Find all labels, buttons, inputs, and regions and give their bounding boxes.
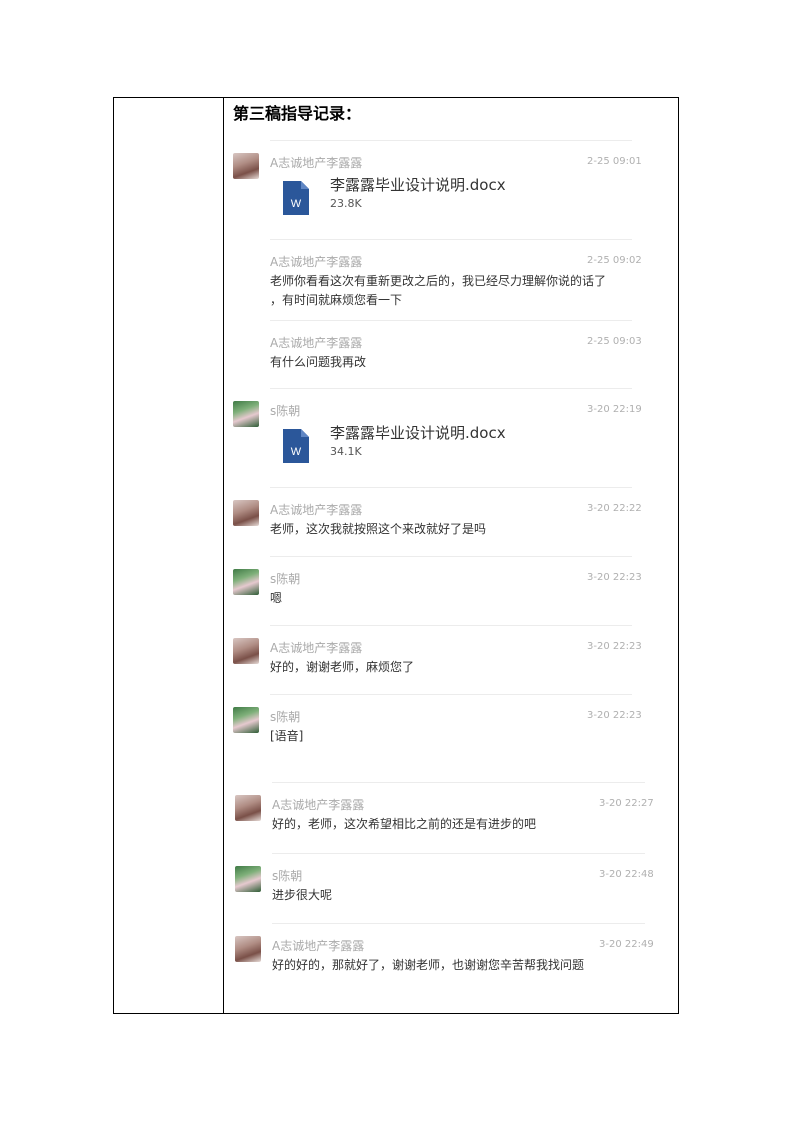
message-text: [语音] — [270, 729, 304, 743]
message-separator — [270, 140, 632, 141]
sender-name: A志诚地产李露露 — [270, 336, 363, 350]
timestamp: 3-20 22:49 — [599, 939, 654, 950]
timestamp: 3-20 22:22 — [587, 503, 642, 514]
timestamp: 3-20 22:19 — [587, 404, 642, 415]
message-separator — [270, 487, 632, 488]
message-separator — [272, 923, 645, 924]
word-file-icon[interactable]: W — [283, 429, 309, 463]
avatar-female[interactable] — [235, 936, 261, 962]
timestamp: 2-25 09:02 — [587, 255, 642, 266]
message-text: 好的，谢谢老师，麻烦您了 — [270, 660, 415, 674]
sender-name: A志诚地产李露露 — [270, 641, 363, 655]
timestamp: 3-20 22:23 — [587, 710, 642, 721]
message-separator — [270, 556, 632, 557]
word-letter: W — [291, 198, 302, 210]
message-text: ，有时间就麻烦您看一下 — [270, 293, 403, 307]
sender-name: s陈朝 — [272, 869, 303, 883]
message-separator — [270, 320, 632, 321]
message-separator — [272, 782, 645, 783]
message-separator — [270, 239, 632, 240]
sender-name: s陈朝 — [270, 710, 301, 724]
file-size: 23.8K — [330, 197, 362, 210]
sender-name: s陈朝 — [270, 404, 301, 418]
message-text: 有什么问题我再改 — [270, 355, 367, 369]
message-text: 好的，老师，这次希望相比之前的还是有进步的吧 — [272, 817, 537, 831]
avatar-female[interactable] — [233, 638, 259, 664]
file-name[interactable]: 李露露毕业设计说明.docx — [330, 174, 506, 195]
file-size: 34.1K — [330, 445, 362, 458]
sender-name: A志诚地产李露露 — [270, 503, 363, 517]
timestamp: 2-25 09:03 — [587, 336, 642, 347]
timestamp: 3-20 22:27 — [599, 798, 654, 809]
avatar-female[interactable] — [235, 795, 261, 821]
timestamp: 2-25 09:01 — [587, 156, 642, 167]
message-text: 老师你看看这次有重新更改之后的，我已经尽力理解你说的话了 — [270, 274, 607, 288]
message-separator — [270, 388, 632, 389]
sender-name: A志诚地产李露露 — [272, 798, 365, 812]
sender-name: A志诚地产李露露 — [270, 255, 363, 269]
sender-name: A志诚地产李露露 — [270, 156, 363, 170]
timestamp: 3-20 22:23 — [587, 572, 642, 583]
file-name[interactable]: 李露露毕业设计说明.docx — [330, 422, 506, 443]
message-text: 嗯 — [270, 591, 283, 605]
avatar-male[interactable] — [233, 707, 259, 733]
avatar-male[interactable] — [233, 401, 259, 427]
word-letter: W — [291, 446, 302, 458]
timestamp: 3-20 22:23 — [587, 641, 642, 652]
message-text: 进步很大呢 — [272, 888, 333, 902]
message-text: 好的好的，那就好了，谢谢老师，也谢谢您辛苦帮我找问题 — [272, 958, 585, 972]
message-separator — [272, 853, 645, 854]
avatar-male[interactable] — [233, 569, 259, 595]
column-divider — [223, 97, 224, 1014]
message-separator — [270, 694, 632, 695]
avatar-female[interactable] — [233, 153, 259, 179]
avatar-female[interactable] — [233, 500, 259, 526]
sender-name: A志诚地产李露露 — [272, 939, 365, 953]
sender-name: s陈朝 — [270, 572, 301, 586]
message-separator — [270, 625, 632, 626]
avatar-male[interactable] — [235, 866, 261, 892]
section-title: 第三稿指导记录： — [233, 104, 362, 123]
message-text: 老师，这次我就按照这个来改就好了是吗 — [270, 522, 487, 536]
timestamp: 3-20 22:48 — [599, 869, 654, 880]
word-file-icon[interactable]: W — [283, 181, 309, 215]
